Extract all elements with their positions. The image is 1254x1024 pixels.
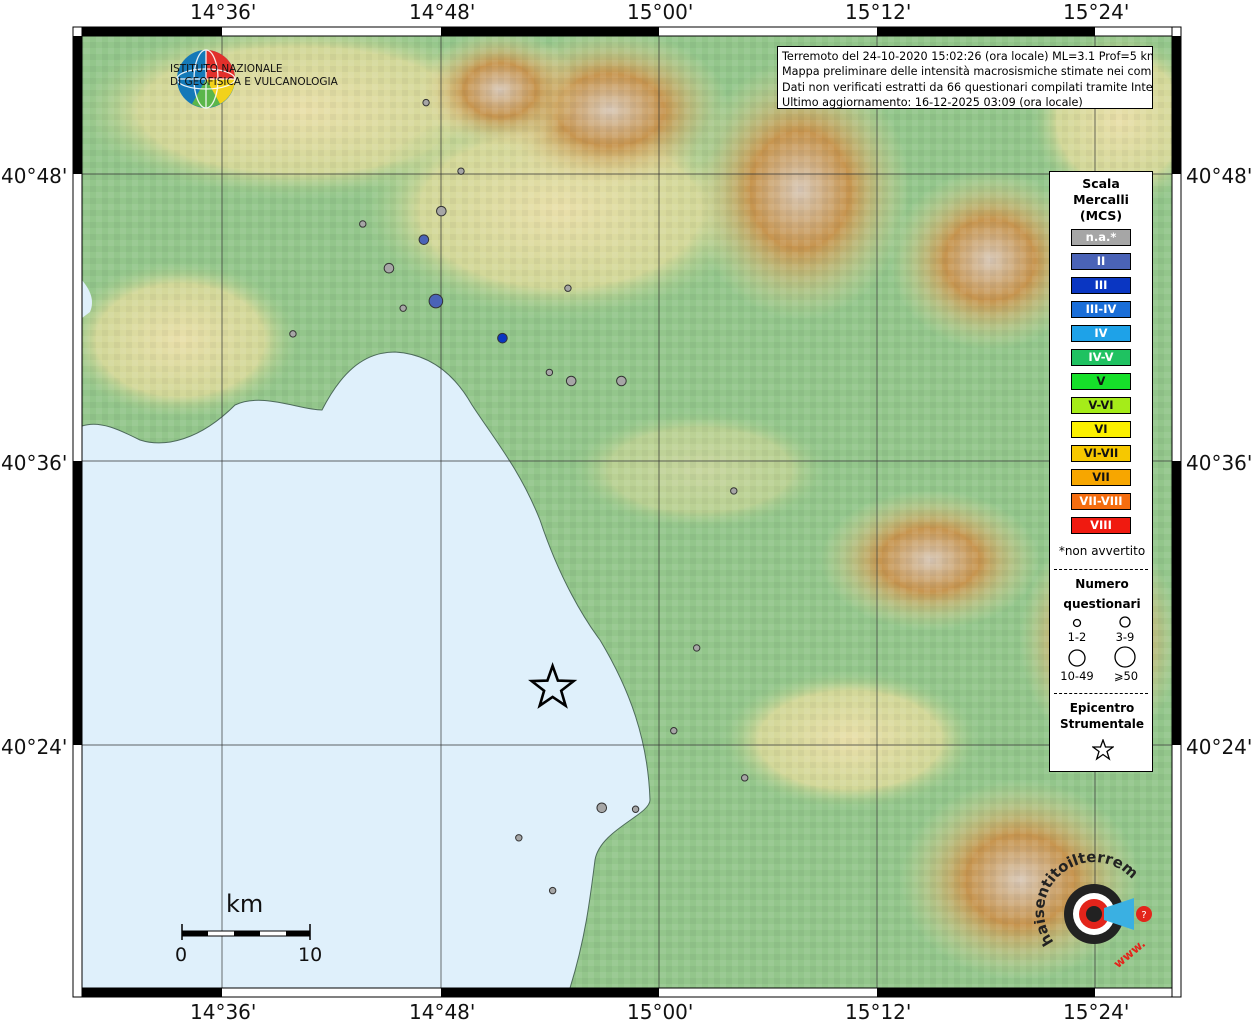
scale-start-label: 0 [175,944,188,966]
intensity-point [545,368,554,377]
mcs-class-chip: II [1071,253,1131,270]
intensity-point [631,805,640,813]
not-felt-note: *non avvertito [1058,544,1146,558]
q-size-label-50: ⩾50 [1113,669,1139,683]
epicenter-title: Epicentro Strumentale [1050,700,1154,732]
info-line2: Mappa preliminare delle intensità macros… [782,65,1153,79]
legend-title-line3: (MCS) [1079,208,1123,223]
intensity-point [616,375,627,387]
top-lon-label: 15°00' [627,0,694,24]
q-size-label-3-9: 3-9 [1115,630,1135,644]
epicenter-title-line1: Epicentro [1069,701,1135,715]
svg-text:?: ? [1141,910,1146,921]
bottom-lon-label: 14°48' [409,1000,476,1024]
intensity-point [289,330,297,338]
q-size-symbol-1-2 [1072,618,1082,628]
top-lon-label: 14°36' [190,0,257,24]
intensity-point [670,727,678,735]
mcs-class-chip: V [1071,373,1131,390]
ingv-line2: DI GEOFISICA E VULCANOLOGIA [170,76,338,88]
intensity-point [596,802,608,814]
legend-title-line1: Scala [1082,176,1120,191]
info-line3: Dati non verificati estratti da 66 quest… [782,80,1153,94]
left-lat-label: 40°48' [1,164,68,188]
mcs-class-chip: V-VI [1071,397,1131,414]
ingv-line1: ISTITUTO NAZIONALE [170,63,283,75]
bottom-lon-label: 14°36' [190,1000,257,1024]
intensity-point [457,167,465,175]
q-size-label-10-49: 10-49 [1060,669,1094,683]
q-size-symbol-10-49 [1068,649,1086,667]
mcs-class-chip: VII [1071,469,1131,486]
info-line4: Ultimo aggiornamento: 16-12-2025 03:09 (… [782,96,1083,109]
legend-separator [1054,693,1148,694]
questionnaire-title-line2: questionari [1063,597,1141,611]
bottom-lon-label: 15°12' [845,1000,912,1024]
mcs-class-chip: IV [1071,325,1131,342]
intensity-point [428,293,444,309]
intensity-point [741,774,749,782]
epicenter-legend-star-icon [1092,739,1114,761]
mcs-class-chip: VI-VII [1071,445,1131,462]
legend-separator [1054,569,1148,570]
left-lat-label: 40°24' [1,735,68,759]
mcs-class-chip: VII-VIII [1071,493,1131,510]
intensity-point [497,332,508,344]
right-lat-label: 40°24' [1186,735,1253,759]
top-lon-label: 15°24' [1063,0,1130,24]
event-info-box: Terremoto del 24-10-2020 15:02:26 (ora l… [777,46,1153,109]
legend-panel: Scala Mercalli (MCS) n.a.* II III III-IV IV I… [1049,171,1153,772]
intensity-point [564,284,572,292]
mcs-class-chip: III-IV [1071,301,1131,318]
bottom-lon-label: 15°24' [1063,1000,1130,1024]
questionnaire-title: Numero questionari [1050,574,1154,614]
mcs-class-chip: n.a.* [1071,229,1131,246]
q-size-symbol-3-9 [1119,616,1131,628]
top-lon-label: 14°48' [409,0,476,24]
mcs-class-chip: IV-V [1071,349,1131,366]
intensity-point [515,834,523,842]
epicenter-title-line2: Strumentale [1059,717,1145,731]
info-line1: Terremoto del 24-10-2020 15:02:26 (ora l… [782,50,1153,63]
top-lon-label: 15°12' [845,0,912,24]
intensity-point [436,205,447,217]
right-lat-label: 40°36' [1186,451,1253,475]
intensity-point [399,304,407,312]
haisentito-logo-url: www. [1111,936,1148,971]
haisentito-logo-icon: ? haisentitoilterremoto.it www. [1034,852,1152,971]
intensity-point [418,234,430,245]
intensity-point [730,487,738,495]
intensity-point [359,220,367,228]
right-lat-label: 40°48' [1186,164,1253,188]
ingv-logo-text: ISTITUTO NAZIONALE DI GEOFISICA E VULCAN… [170,63,338,89]
q-size-label-1-2: 1-2 [1067,630,1087,644]
legend-title-line2: Mercalli [1073,192,1129,207]
q-size-symbol-50 [1114,646,1136,668]
left-lat-label: 40°36' [1,451,68,475]
questionnaire-title-line1: Numero [1075,577,1129,591]
intensity-point [548,886,557,895]
intensity-point [422,98,430,107]
bottom-lon-label: 15°00' [627,1000,694,1024]
intensity-point [565,375,577,387]
scale-end-label: 10 [298,944,323,966]
intensity-point [692,644,701,652]
intensity-point [383,262,395,274]
mcs-class-chip: III [1071,277,1131,294]
mcs-class-chip: VIII [1071,517,1131,534]
mcs-class-chip: VI [1071,421,1131,438]
legend-title: Scala Mercalli (MCS) [1050,176,1152,224]
scale-unit-label: km [226,890,264,918]
